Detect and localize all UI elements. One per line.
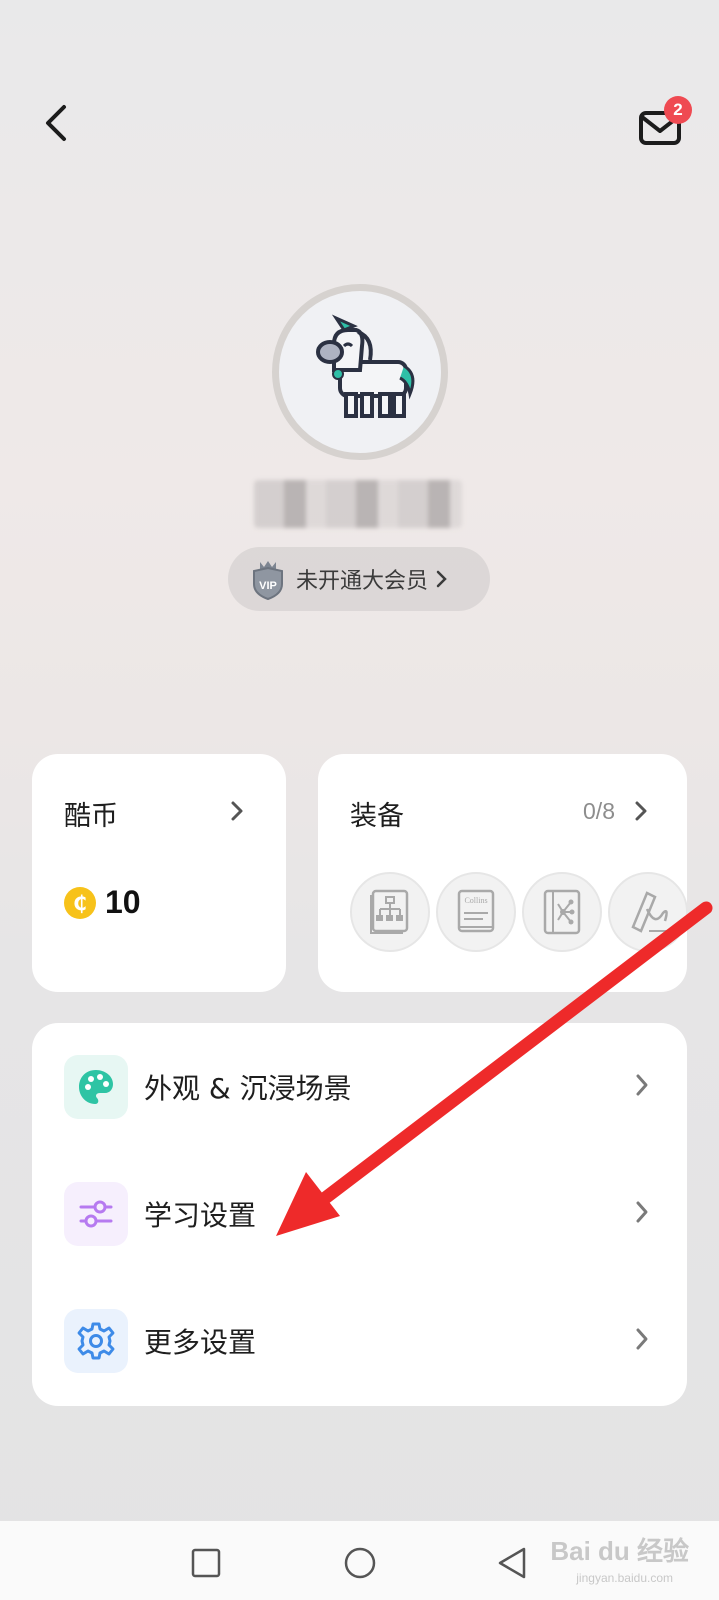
chevron-right-icon — [231, 801, 243, 821]
unicorn-avatar-icon — [316, 314, 415, 418]
vip-membership-button[interactable]: VIP 未开通大会员 — [228, 547, 490, 611]
settings-item-label: 学习设置 — [144, 1199, 257, 1232]
settings-list: 外观 & 沉浸场景 学习设置 更多设置 — [32, 1023, 687, 1406]
coin-balance: ₵ 10 — [64, 884, 141, 921]
handwriting-icon — [631, 891, 669, 933]
coin-card[interactable]: 酷币 ₵ 10 — [32, 754, 286, 992]
coin-icon: ₵ — [64, 886, 96, 919]
coin-value: 10 — [105, 884, 141, 920]
equipment-slot-collins[interactable]: Collins — [436, 872, 516, 952]
settings-item-appearance[interactable]: 外观 & 沉浸场景 — [32, 1037, 687, 1137]
chevron-right-icon — [635, 801, 647, 821]
vip-status-label: 未开通大会员 — [296, 569, 429, 594]
back-nav-button[interactable] — [492, 1543, 532, 1583]
gear-icon — [77, 1322, 115, 1360]
tree-diagram-icon — [543, 889, 581, 935]
settings-item-more[interactable]: 更多设置 — [32, 1291, 687, 1391]
home-icon — [344, 1547, 376, 1579]
avatar[interactable] — [272, 284, 448, 460]
mail-button[interactable]: 2 — [638, 96, 692, 148]
equipment-slot-handwriting[interactable] — [608, 872, 687, 952]
watermark: Bai du 经验 — [550, 1536, 689, 1566]
palette-icon-container — [64, 1055, 128, 1119]
username-redacted — [254, 480, 462, 528]
palette-icon — [79, 1070, 113, 1104]
chevron-right-icon — [636, 1074, 648, 1096]
equipment-card-title: 装备 — [350, 801, 404, 832]
equipment-card[interactable]: 装备 0/8 Collins — [318, 754, 687, 992]
sliders-icon — [79, 1200, 113, 1228]
mind-map-icon — [370, 889, 409, 934]
collins-dictionary-icon: Collins — [457, 889, 495, 933]
watermark-url: jingyan.baidu.com — [576, 1571, 673, 1585]
equipment-count: 0/8 — [583, 798, 615, 824]
chevron-right-icon — [436, 570, 447, 588]
back-button[interactable] — [36, 100, 76, 146]
collins-label: Collins — [464, 896, 487, 905]
equipment-slot-mind-map[interactable] — [350, 872, 430, 952]
settings-item-label: 外观 & 沉浸场景 — [144, 1072, 352, 1105]
system-nav-bar: Bai du 经验 jingyan.baidu.com — [0, 1521, 719, 1600]
recent-apps-icon — [191, 1548, 221, 1578]
back-triangle-icon — [498, 1547, 526, 1579]
chevron-right-icon — [636, 1201, 648, 1223]
settings-item-label: 更多设置 — [144, 1326, 257, 1359]
settings-item-study[interactable]: 学习设置 — [32, 1164, 687, 1264]
home-button[interactable] — [340, 1543, 380, 1583]
chevron-right-icon — [636, 1328, 648, 1350]
chevron-left-icon — [46, 105, 66, 141]
notification-badge: 2 — [664, 96, 692, 124]
svg-text:VIP: VIP — [259, 580, 277, 592]
coin-card-title: 酷币 — [64, 801, 118, 832]
equipment-slot-tree[interactable] — [522, 872, 602, 952]
vip-shield-icon: VIP — [253, 561, 283, 600]
recent-apps-button[interactable] — [186, 1543, 226, 1583]
sliders-icon-container — [64, 1182, 128, 1246]
gear-icon-container — [64, 1309, 128, 1373]
